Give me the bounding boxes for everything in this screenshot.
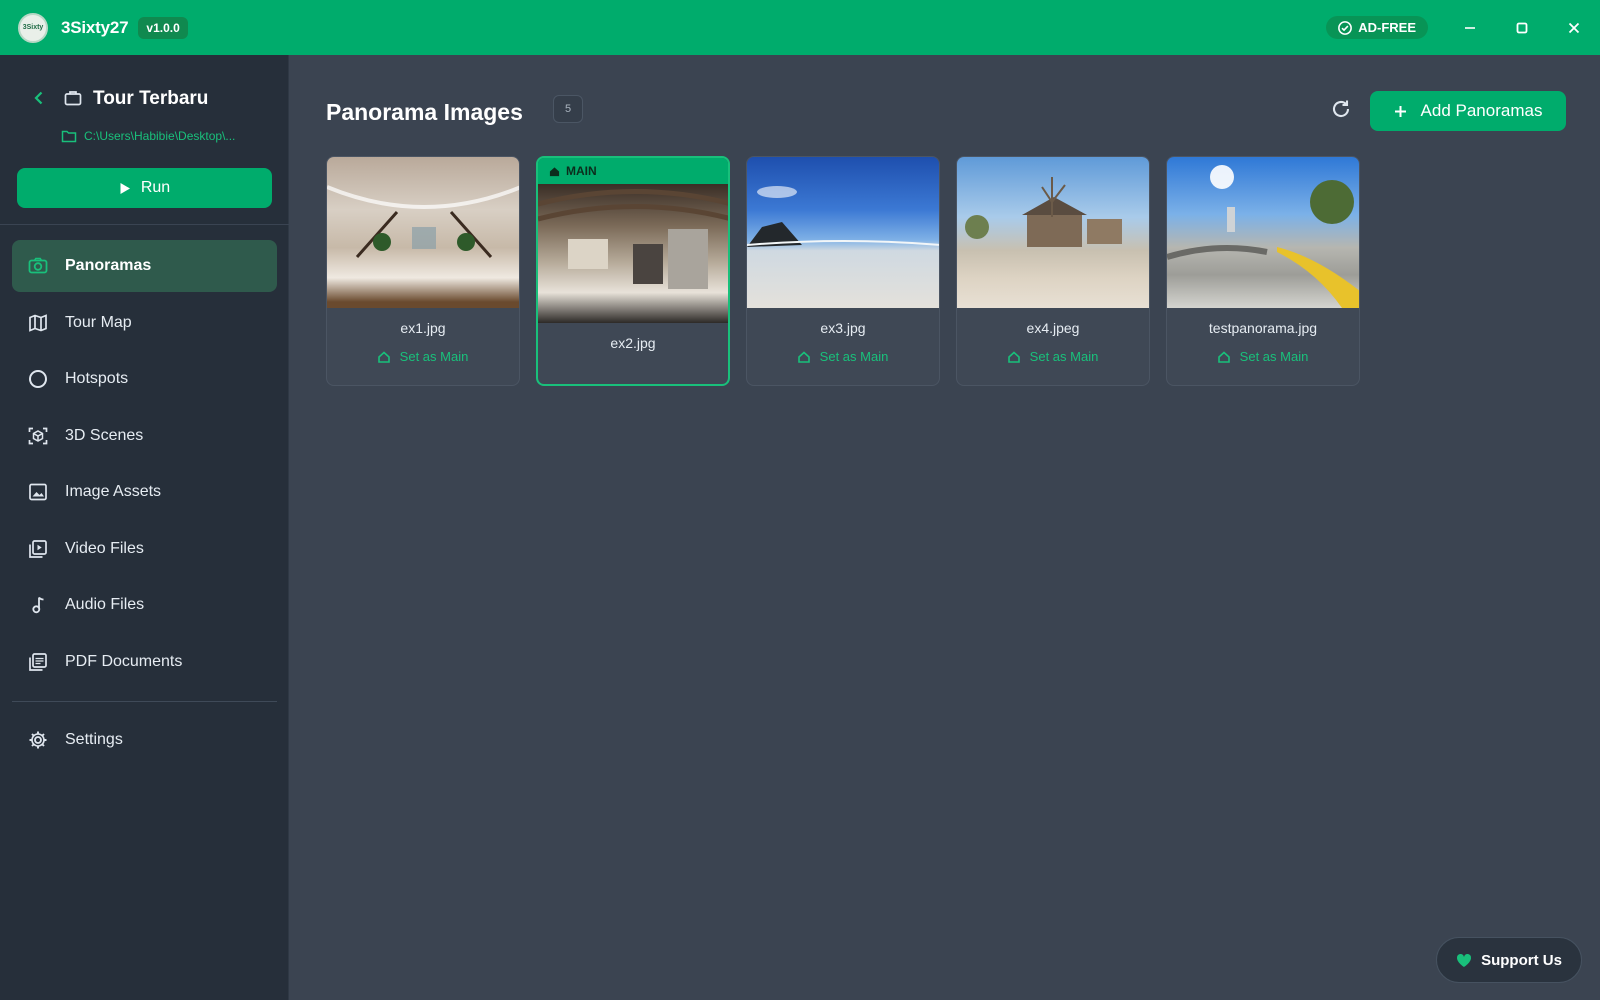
panorama-filename: ex4.jpeg bbox=[1026, 320, 1080, 336]
support-us-button[interactable]: Support Us bbox=[1436, 937, 1582, 983]
maximize-icon bbox=[1516, 22, 1528, 33]
panorama-grid: ex1.jpg Set as Main MAIN ex2.jpg ex3.jpg… bbox=[326, 156, 1360, 386]
add-panoramas-button[interactable]: Add Panoramas bbox=[1370, 91, 1566, 131]
sidebar-item-label: Tour Map bbox=[65, 313, 132, 331]
logo-text: 3Sixty bbox=[22, 24, 44, 31]
music-note-icon bbox=[28, 595, 48, 615]
panorama-filename: ex2.jpg bbox=[610, 335, 656, 351]
set-as-main-button[interactable]: Set as Main bbox=[747, 349, 939, 364]
sidebar-item-panoramas[interactable]: Panoramas bbox=[12, 240, 277, 292]
panorama-card[interactable]: ex1.jpg Set as Main bbox=[326, 156, 520, 386]
project-title: Tour Terbaru bbox=[93, 88, 209, 109]
sidebar-item-image-assets[interactable]: Image Assets bbox=[12, 466, 277, 518]
minimize-icon bbox=[1465, 26, 1475, 29]
sidebar-item-label: Settings bbox=[65, 731, 123, 748]
run-label: Run bbox=[140, 179, 171, 196]
panorama-card[interactable]: testpanorama.jpg Set as Main bbox=[1166, 156, 1360, 386]
project-header: Tour Terbaru C:\Users\Habibie\Desktop\..… bbox=[0, 55, 289, 225]
ad-free-label: AD-FREE bbox=[1358, 20, 1416, 35]
close-button[interactable] bbox=[1548, 0, 1600, 55]
camera-icon bbox=[28, 256, 48, 276]
sidebar-item-label: Video Files bbox=[65, 539, 144, 557]
sidebar-divider bbox=[12, 701, 277, 702]
sidebar-item-3d-scenes[interactable]: 3D Scenes bbox=[12, 410, 277, 462]
video-icon bbox=[28, 539, 48, 559]
refresh-icon[interactable] bbox=[1330, 98, 1352, 120]
sidebar-item-label: 3D Scenes bbox=[65, 426, 144, 444]
minimize-button[interactable] bbox=[1444, 0, 1496, 55]
circle-icon bbox=[28, 369, 48, 389]
briefcase-icon bbox=[64, 91, 82, 106]
home-icon bbox=[549, 166, 560, 176]
panorama-thumbnail bbox=[327, 157, 519, 308]
set-as-main-button[interactable]: Set as Main bbox=[957, 349, 1149, 364]
panorama-card[interactable]: ex4.jpeg Set as Main bbox=[956, 156, 1150, 386]
support-us-label: Support Us bbox=[1481, 951, 1562, 969]
panorama-art bbox=[327, 185, 519, 258]
main-panel: Panorama Images 5 Add Panoramas ex1.jpg … bbox=[290, 55, 1600, 1000]
sidebar-item-settings[interactable]: Settings bbox=[12, 714, 277, 766]
sidebar-item-label: PDF Documents bbox=[65, 652, 183, 670]
check-shield-icon bbox=[1338, 20, 1353, 35]
app-name: 3Sixty27 bbox=[61, 17, 129, 37]
set-as-main-label: Set as Main bbox=[399, 349, 469, 364]
title-bar: 3Sixty 3Sixty27 v1.0.0 AD-FREE bbox=[0, 0, 1600, 55]
ad-free-badge: AD-FREE bbox=[1326, 16, 1428, 39]
panorama-thumbnail bbox=[1167, 157, 1359, 308]
play-icon bbox=[120, 182, 130, 194]
maximize-button[interactable] bbox=[1496, 0, 1548, 55]
sidebar-item-audio-files[interactable]: Audio Files bbox=[12, 579, 277, 631]
panorama-thumbnail bbox=[538, 184, 728, 323]
folder-icon bbox=[61, 130, 77, 143]
gear-icon bbox=[28, 730, 48, 750]
home-icon bbox=[797, 350, 810, 363]
panorama-card-main[interactable]: MAIN ex2.jpg bbox=[536, 156, 730, 386]
heart-icon bbox=[1457, 953, 1472, 967]
panorama-filename: ex3.jpg bbox=[820, 320, 866, 336]
set-as-main-button[interactable]: Set as Main bbox=[327, 349, 519, 364]
panorama-filename: testpanorama.jpg bbox=[1208, 320, 1318, 336]
panorama-thumbnail bbox=[957, 157, 1149, 308]
sidebar-nav: Panoramas Tour Map Hotspots 3D Scenes Im… bbox=[12, 240, 277, 692]
plus-icon bbox=[1394, 105, 1406, 117]
sidebar-item-pdf-documents[interactable]: PDF Documents bbox=[12, 636, 277, 688]
panorama-card[interactable]: ex3.jpg Set as Main bbox=[746, 156, 940, 386]
sidebar-item-label: Audio Files bbox=[65, 596, 145, 613]
set-as-main-label: Set as Main bbox=[1239, 349, 1309, 364]
image-icon bbox=[28, 482, 48, 502]
panorama-art bbox=[1167, 165, 1359, 308]
add-panoramas-label: Add Panoramas bbox=[1420, 101, 1543, 120]
sidebar-item-label: Image Assets bbox=[65, 483, 162, 500]
close-icon bbox=[1568, 22, 1580, 33]
map-icon bbox=[28, 313, 48, 333]
run-button[interactable]: Run bbox=[17, 168, 272, 208]
sidebar-item-label: Panoramas bbox=[65, 257, 152, 274]
set-as-main-button[interactable]: Set as Main bbox=[1167, 349, 1359, 364]
main-ribbon: MAIN bbox=[538, 158, 728, 184]
panorama-count-badge: 5 bbox=[553, 95, 583, 123]
panorama-art bbox=[538, 189, 728, 289]
home-icon bbox=[1217, 350, 1230, 363]
page-title: Panorama Images bbox=[326, 99, 523, 125]
set-as-main-label: Set as Main bbox=[1029, 349, 1099, 364]
home-icon bbox=[1007, 350, 1020, 363]
sidebar-item-hotspots[interactable]: Hotspots bbox=[12, 353, 277, 405]
version-badge: v1.0.0 bbox=[138, 16, 188, 39]
sidebar-item-tour-map[interactable]: Tour Map bbox=[12, 297, 277, 349]
main-ribbon-label: MAIN bbox=[566, 164, 597, 178]
app-logo: 3Sixty bbox=[18, 12, 48, 43]
pdf-icon bbox=[28, 652, 48, 672]
sidebar-item-video-files[interactable]: Video Files bbox=[12, 523, 277, 575]
sidebar: Tour Terbaru C:\Users\Habibie\Desktop\..… bbox=[0, 55, 289, 1000]
project-path[interactable]: C:\Users\Habibie\Desktop\... bbox=[84, 129, 269, 143]
set-as-main-label: Set as Main bbox=[819, 349, 889, 364]
home-icon bbox=[377, 350, 390, 363]
panorama-art bbox=[747, 186, 939, 247]
back-chevron-icon[interactable] bbox=[30, 89, 48, 107]
sidebar-item-label: Hotspots bbox=[65, 370, 129, 387]
panorama-art bbox=[965, 177, 1122, 247]
panorama-filename: ex1.jpg bbox=[400, 320, 446, 336]
scan-3d-icon bbox=[28, 426, 48, 446]
panorama-thumbnail bbox=[747, 157, 939, 308]
